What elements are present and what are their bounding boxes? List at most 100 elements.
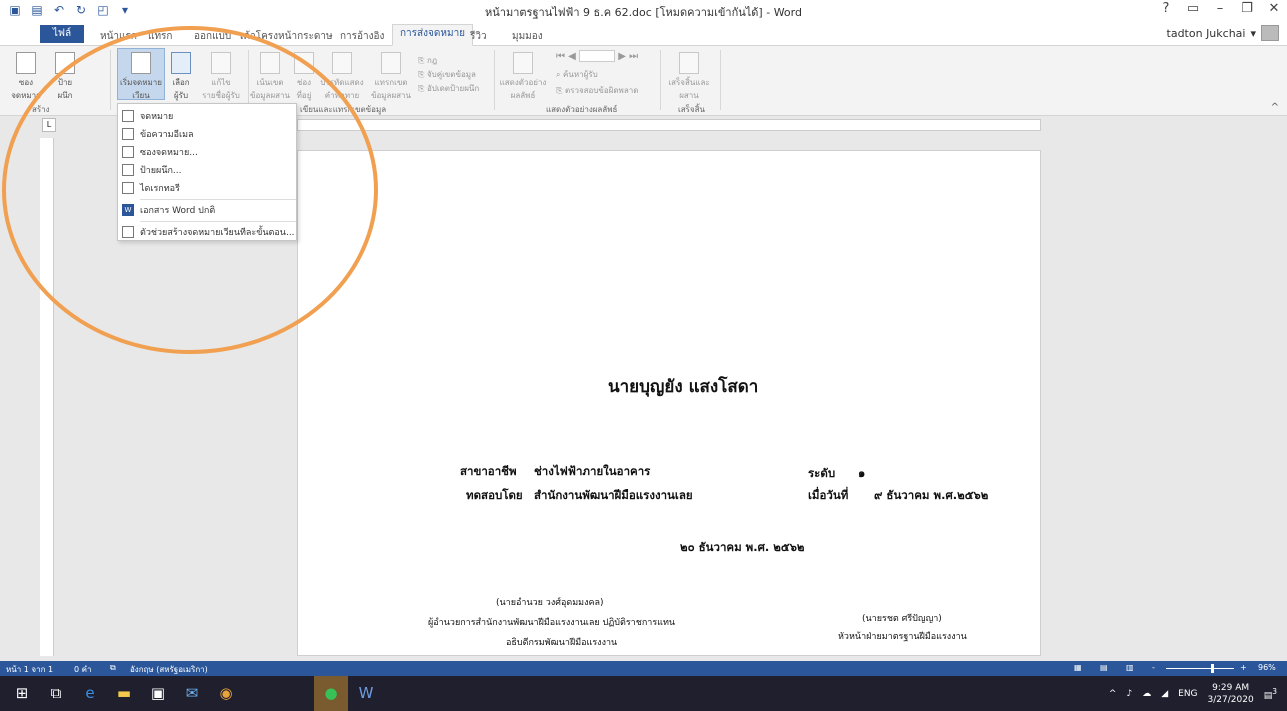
find-recipient-button[interactable]: ⌕ ค้นหาผู้รับ <box>556 68 598 81</box>
mail-icon[interactable]: ✉ <box>180 682 204 704</box>
preview-results-button[interactable]: แสดงตัวอย่าง ผลลัพธ์ <box>498 52 548 102</box>
zoom-in-button[interactable]: + <box>1240 663 1247 672</box>
undo-icon[interactable]: ↶ <box>52 3 66 17</box>
start-icon[interactable]: ⊞ <box>10 682 34 704</box>
tab-insert[interactable]: แทรก <box>148 29 172 44</box>
recipient-name: นายบุญยัง แสงโสดา <box>608 377 759 397</box>
rules-button[interactable]: ⎘ กฎ <box>418 54 437 67</box>
field-value: ช่างไฟฟ้าภายในอาคาร <box>534 464 651 478</box>
store-icon[interactable]: ▣ <box>146 682 170 704</box>
status-bar: หน้า 1 จาก 1 0 คำ ⧉ อังกฤษ (สหรัฐอเมริกา… <box>0 661 1287 676</box>
tab-layout[interactable]: เค้าโครงหน้ากระดาษ <box>240 29 333 44</box>
finish-merge-button[interactable]: เสร็จสิ้นและ ผสาน <box>664 52 714 102</box>
document-page[interactable]: นายบุญยัง แสงโสดา สาขาอาชีพ ช่างไฟฟ้าภาย… <box>297 150 1041 656</box>
tab-review[interactable]: รีวิว <box>470 29 487 44</box>
vertical-ruler[interactable] <box>40 138 54 656</box>
label-icon <box>122 164 134 176</box>
update-labels-button[interactable]: ⎘ อัปเดตป้ายผนึก <box>418 82 479 95</box>
tab-design[interactable]: ออกแบบ <box>194 29 231 44</box>
edit-recipient-list-button[interactable]: แก้ไข รายชื่อผู้รับ <box>198 52 244 102</box>
menu-item-email[interactable]: ข้อความอีเมล <box>118 125 296 143</box>
clock-date: 3/27/2020 <box>1207 695 1254 705</box>
word-taskbar-icon[interactable]: W <box>352 682 380 704</box>
match-fields-button[interactable]: ⎘ จับคู่เขตข้อมูล <box>418 68 476 81</box>
proofing-icon[interactable]: ⧉ <box>110 663 116 673</box>
input-language[interactable]: ENG <box>1178 689 1197 699</box>
web-layout-icon[interactable]: ▥ <box>1126 663 1134 672</box>
close-icon[interactable]: ✕ <box>1267 1 1281 16</box>
minimize-icon[interactable]: – <box>1213 1 1227 16</box>
zoom-out-button[interactable]: - <box>1152 663 1155 672</box>
user-account[interactable]: tadton Jukchai ▾ <box>1167 25 1279 41</box>
page-count[interactable]: หน้า 1 จาก 1 <box>6 663 53 676</box>
address-block-button[interactable]: ช่อง ที่อยู่ <box>292 52 316 102</box>
tab-home[interactable]: หน้าแรก <box>100 29 137 44</box>
highlight-merge-fields-button[interactable]: เน้นเขต ข้อมูลผสาน <box>250 52 290 102</box>
tab-references[interactable]: การอ้างอิง <box>340 29 384 44</box>
menu-item-wizard[interactable]: ตัวช่วยสร้างจดหมายเวียนทีละขั้นตอน... <box>118 223 296 241</box>
help-icon[interactable]: ? <box>1159 1 1173 16</box>
chevron-up-icon[interactable]: ^ <box>1109 689 1117 699</box>
clock-time: 9:29 AM <box>1212 683 1250 693</box>
network-icon[interactable]: ◢ <box>1161 689 1168 699</box>
check-errors-button[interactable]: ⎘ ตรวจสอบข้อผิดพลาด <box>556 84 638 97</box>
print-preview-icon[interactable]: ◰ <box>96 3 110 17</box>
task-view-icon[interactable]: ⧉ <box>44 682 68 704</box>
signer2-name: (นายรชต ศรีปัญญา) <box>862 614 942 624</box>
find-recipient-icon: ⌕ <box>556 70 564 79</box>
record-navigation[interactable]: ⏮ ◀ ▶ ⏭ <box>556 50 638 62</box>
menu-item-envelopes[interactable]: ซองจดหมาย... <box>118 143 296 161</box>
date-label: เมื่อวันที่ <box>808 488 849 502</box>
quick-access-toolbar: ▣ ▤ ↶ ↻ ◰ ▾ <box>0 3 132 17</box>
ribbon-display-icon[interactable]: ▭ <box>1186 1 1200 16</box>
menu-item-normal-word-document[interactable]: W เอกสาร Word ปกติ <box>118 201 296 219</box>
file-explorer-icon[interactable]: ▬ <box>112 682 136 704</box>
check-errors-icon: ⎘ <box>556 86 565 95</box>
group-separator <box>110 50 111 110</box>
edge-icon[interactable]: e <box>78 682 102 704</box>
notification-count: 3 <box>1272 687 1277 696</box>
collapse-ribbon-icon[interactable]: ^ <box>1271 102 1279 113</box>
record-number-input[interactable] <box>579 50 616 62</box>
menu-item-directory[interactable]: ไดเรกทอรี <box>118 179 296 197</box>
volume-icon[interactable]: ♪ <box>1126 689 1132 699</box>
tab-file[interactable]: ไฟล์ <box>40 25 84 43</box>
language-indicator[interactable]: อังกฤษ (สหรัฐอเมริกา) <box>130 663 208 676</box>
word-count[interactable]: 0 คำ <box>74 663 91 676</box>
group-label-finish: เสร็จสิ้น <box>678 105 705 114</box>
envelope-icon <box>16 52 36 74</box>
zoom-level[interactable]: 96% <box>1258 663 1276 672</box>
line-icon[interactable]: ● <box>314 676 348 711</box>
zoom-slider[interactable] <box>1166 668 1234 669</box>
tested-by-label: ทดสอบโดย <box>466 488 523 502</box>
print-layout-icon[interactable]: ▤ <box>1100 663 1108 672</box>
read-mode-icon[interactable]: ▦ <box>1074 663 1082 672</box>
mail-merge-icon <box>131 52 151 74</box>
notification-icon[interactable]: ▤3 <box>1264 687 1277 701</box>
insert-merge-field-button[interactable]: แทรกเขต ข้อมูลผสาน <box>368 52 414 102</box>
tab-view[interactable]: มุมมอง <box>512 29 543 44</box>
email-icon <box>122 128 134 140</box>
label-icon <box>55 52 75 74</box>
envelopes-button[interactable]: ซอง จดหมาย <box>6 52 46 102</box>
labels-button[interactable]: ป้าย ผนึก <box>48 52 82 102</box>
chrome-icon[interactable]: ◉ <box>214 682 238 704</box>
clock[interactable]: 9:29 AM 3/27/2020 <box>1208 682 1254 706</box>
tab-selector[interactable]: L <box>42 118 56 132</box>
horizontal-ruler[interactable] <box>297 119 1041 131</box>
word-app-icon: ▣ <box>9 3 21 17</box>
menu-item-labels[interactable]: ป้ายผนึก... <box>118 161 296 179</box>
redo-icon[interactable]: ↻ <box>74 3 88 17</box>
restore-icon[interactable]: ❐ <box>1240 1 1254 16</box>
start-mail-merge-button[interactable]: เริ่มจดหมาย เวียน <box>117 48 165 100</box>
tab-mailings[interactable]: การส่งจดหมาย <box>392 24 474 46</box>
onedrive-icon[interactable]: ☁ <box>1142 689 1151 699</box>
customize-qat-icon[interactable]: ▾ <box>118 3 132 17</box>
save-icon[interactable]: ▤ <box>30 3 44 17</box>
greeting-line-button[interactable]: บรรทัดแสดง คำทักทาย <box>318 52 366 102</box>
zoom-slider-thumb[interactable] <box>1211 664 1214 673</box>
chevron-down-icon: ▾ <box>1250 26 1256 40</box>
select-recipients-button[interactable]: เลือก ผู้รับ <box>166 52 196 102</box>
menu-item-letters[interactable]: จดหมาย <box>118 107 296 125</box>
group-separator <box>720 50 721 110</box>
